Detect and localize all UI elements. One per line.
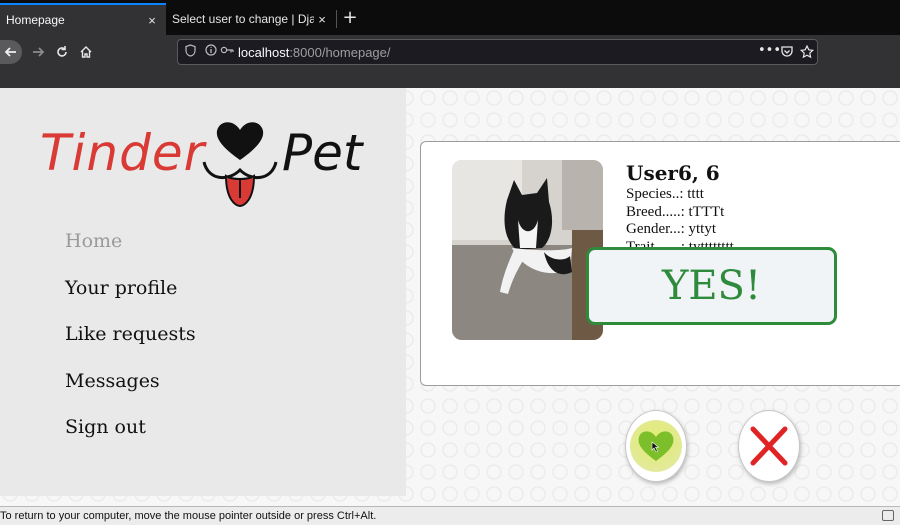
sidebar: Tinder Pet Home Your profile Like reques… xyxy=(0,88,406,496)
menu-item-your-profile[interactable]: Your profile xyxy=(65,275,196,322)
url-text[interactable]: localhost:8000/homepage/ xyxy=(238,45,391,60)
back-arrow-icon[interactable] xyxy=(0,40,22,64)
profile-info: User6, 6 Species..: tttt Breed.....: tTT… xyxy=(626,160,734,256)
close-tab-icon[interactable]: × xyxy=(314,12,330,27)
toolbar-spacer xyxy=(0,69,900,88)
tab-django-admin[interactable]: Select user to change | Djang × xyxy=(166,5,336,33)
main-menu: Home Your profile Like requests Messages… xyxy=(65,228,196,461)
more-icon[interactable]: ••• xyxy=(758,43,781,58)
yes-stamp-overlay: YES! xyxy=(586,247,837,325)
new-tab-button[interactable]: + xyxy=(340,6,360,30)
profile-name: User6, 6 xyxy=(626,161,720,185)
yes-stamp-text: YES! xyxy=(661,263,762,309)
dislike-button[interactable] xyxy=(738,410,800,482)
tab-homepage[interactable]: Homepage × xyxy=(0,3,166,35)
menu-item-like-requests[interactable]: Like requests xyxy=(65,321,196,368)
dog-heart-logo-icon xyxy=(202,122,278,208)
menu-item-sign-out[interactable]: Sign out xyxy=(65,414,196,461)
reload-icon[interactable] xyxy=(50,40,74,64)
key-icon[interactable] xyxy=(220,44,234,59)
menu-item-messages[interactable]: Messages xyxy=(65,368,196,415)
pocket-icon[interactable] xyxy=(780,43,794,63)
tab-title: Select user to change | Djang xyxy=(172,12,314,26)
close-x-icon xyxy=(750,426,788,466)
shield-icon[interactable] xyxy=(185,44,196,60)
address-bar[interactable]: localhost:8000/homepage/ ••• xyxy=(177,39,818,65)
pet-photo xyxy=(452,160,603,340)
bookmark-star-icon[interactable] xyxy=(799,43,815,63)
profile-gender: Gender...: yttyt xyxy=(626,221,716,237)
status-bar: To return to your computer, move the mou… xyxy=(0,506,900,525)
status-bar-text: To return to your computer, move the mou… xyxy=(0,510,377,522)
keyboard-capture-icon xyxy=(882,510,894,521)
logo-word-tinder: Tinder xyxy=(40,124,206,182)
close-tab-icon[interactable]: × xyxy=(144,13,160,28)
tinderpet-logo[interactable]: Tinder Pet xyxy=(38,114,368,214)
profile-breed: Breed.....: tTTTt xyxy=(626,203,725,220)
tab-bar: Homepage × Select user to change | Djang… xyxy=(0,0,900,35)
info-icon[interactable] xyxy=(205,44,217,59)
tab-title: Homepage xyxy=(6,13,65,27)
url-path: :8000/homepage/ xyxy=(289,45,391,60)
home-icon[interactable] xyxy=(74,40,98,64)
profile-species: Species..: tttt xyxy=(626,186,704,202)
forward-arrow-icon[interactable] xyxy=(26,40,50,64)
navigation-bar: localhost:8000/homepage/ ••• xyxy=(0,35,900,69)
tab-separator xyxy=(336,10,337,28)
heart-icon xyxy=(630,420,682,472)
menu-item-home[interactable]: Home xyxy=(65,228,196,275)
like-button[interactable] xyxy=(625,410,687,482)
page-content: Tinder Pet Home Your profile Like reques… xyxy=(0,88,900,506)
url-host: localhost xyxy=(238,45,290,60)
logo-word-pet: Pet xyxy=(282,124,363,182)
